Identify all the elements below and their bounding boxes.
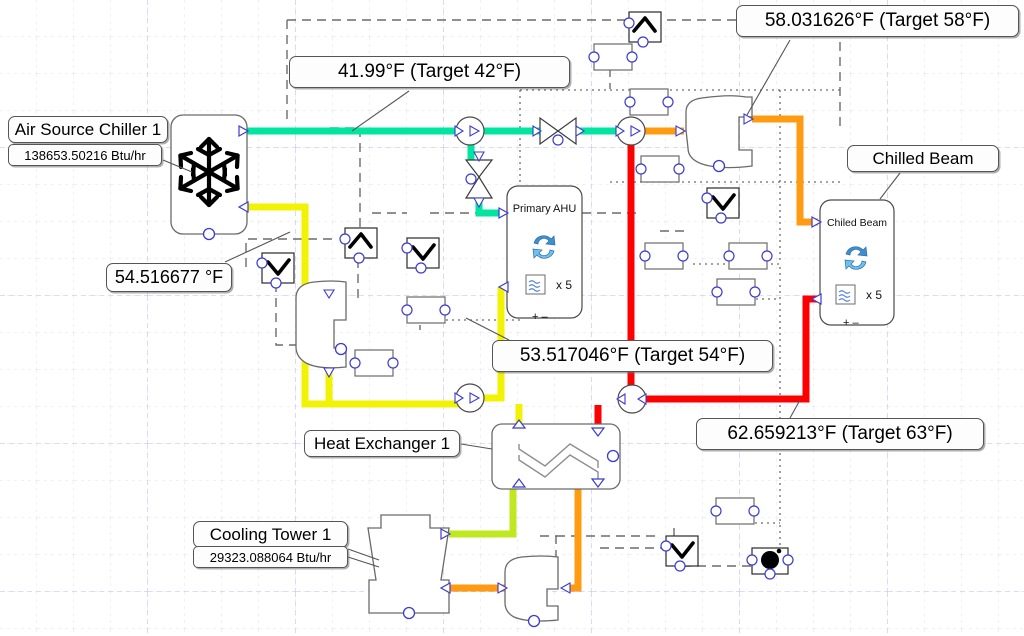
callout-cooling-tower[interactable]: Cooling Tower 1: [193, 521, 348, 548]
callout-temp-54-51[interactable]: 54.516677 °F: [106, 263, 232, 292]
chilled-beam-multiplier: x 5: [866, 288, 883, 302]
diagram-canvas: + – + – Air Source Chiller 1 138653.5021…: [0, 0, 1024, 636]
callout-tower-energy[interactable]: 29323.088064 Btu/hr: [193, 546, 348, 568]
callout-chilled-beam[interactable]: Chilled Beam: [847, 145, 999, 172]
primary-ahu-multiplier: x 5: [556, 278, 573, 292]
chilled-beam-title: Chiled Beam: [826, 217, 888, 229]
callout-temp-53-51[interactable]: 53.517046°F (Target 54°F): [492, 340, 773, 372]
callout-temp-58-03[interactable]: 58.031626°F (Target 58°F): [736, 5, 1019, 37]
callout-temp-62-65[interactable]: 62.659213°F (Target 63°F): [696, 418, 984, 450]
callout-label-layer: Air Source Chiller 1 138653.50216 Btu/hr…: [0, 0, 1024, 636]
callout-chiller-name[interactable]: Air Source Chiller 1: [8, 116, 168, 143]
primary-ahu-title: Primary AHU: [512, 203, 577, 215]
callout-temp-41-99[interactable]: 41.99°F (Target 42°F): [289, 56, 570, 88]
callout-heat-exchanger[interactable]: Heat Exchanger 1: [304, 430, 460, 457]
callout-chiller-energy[interactable]: 138653.50216 Btu/hr: [8, 144, 162, 166]
